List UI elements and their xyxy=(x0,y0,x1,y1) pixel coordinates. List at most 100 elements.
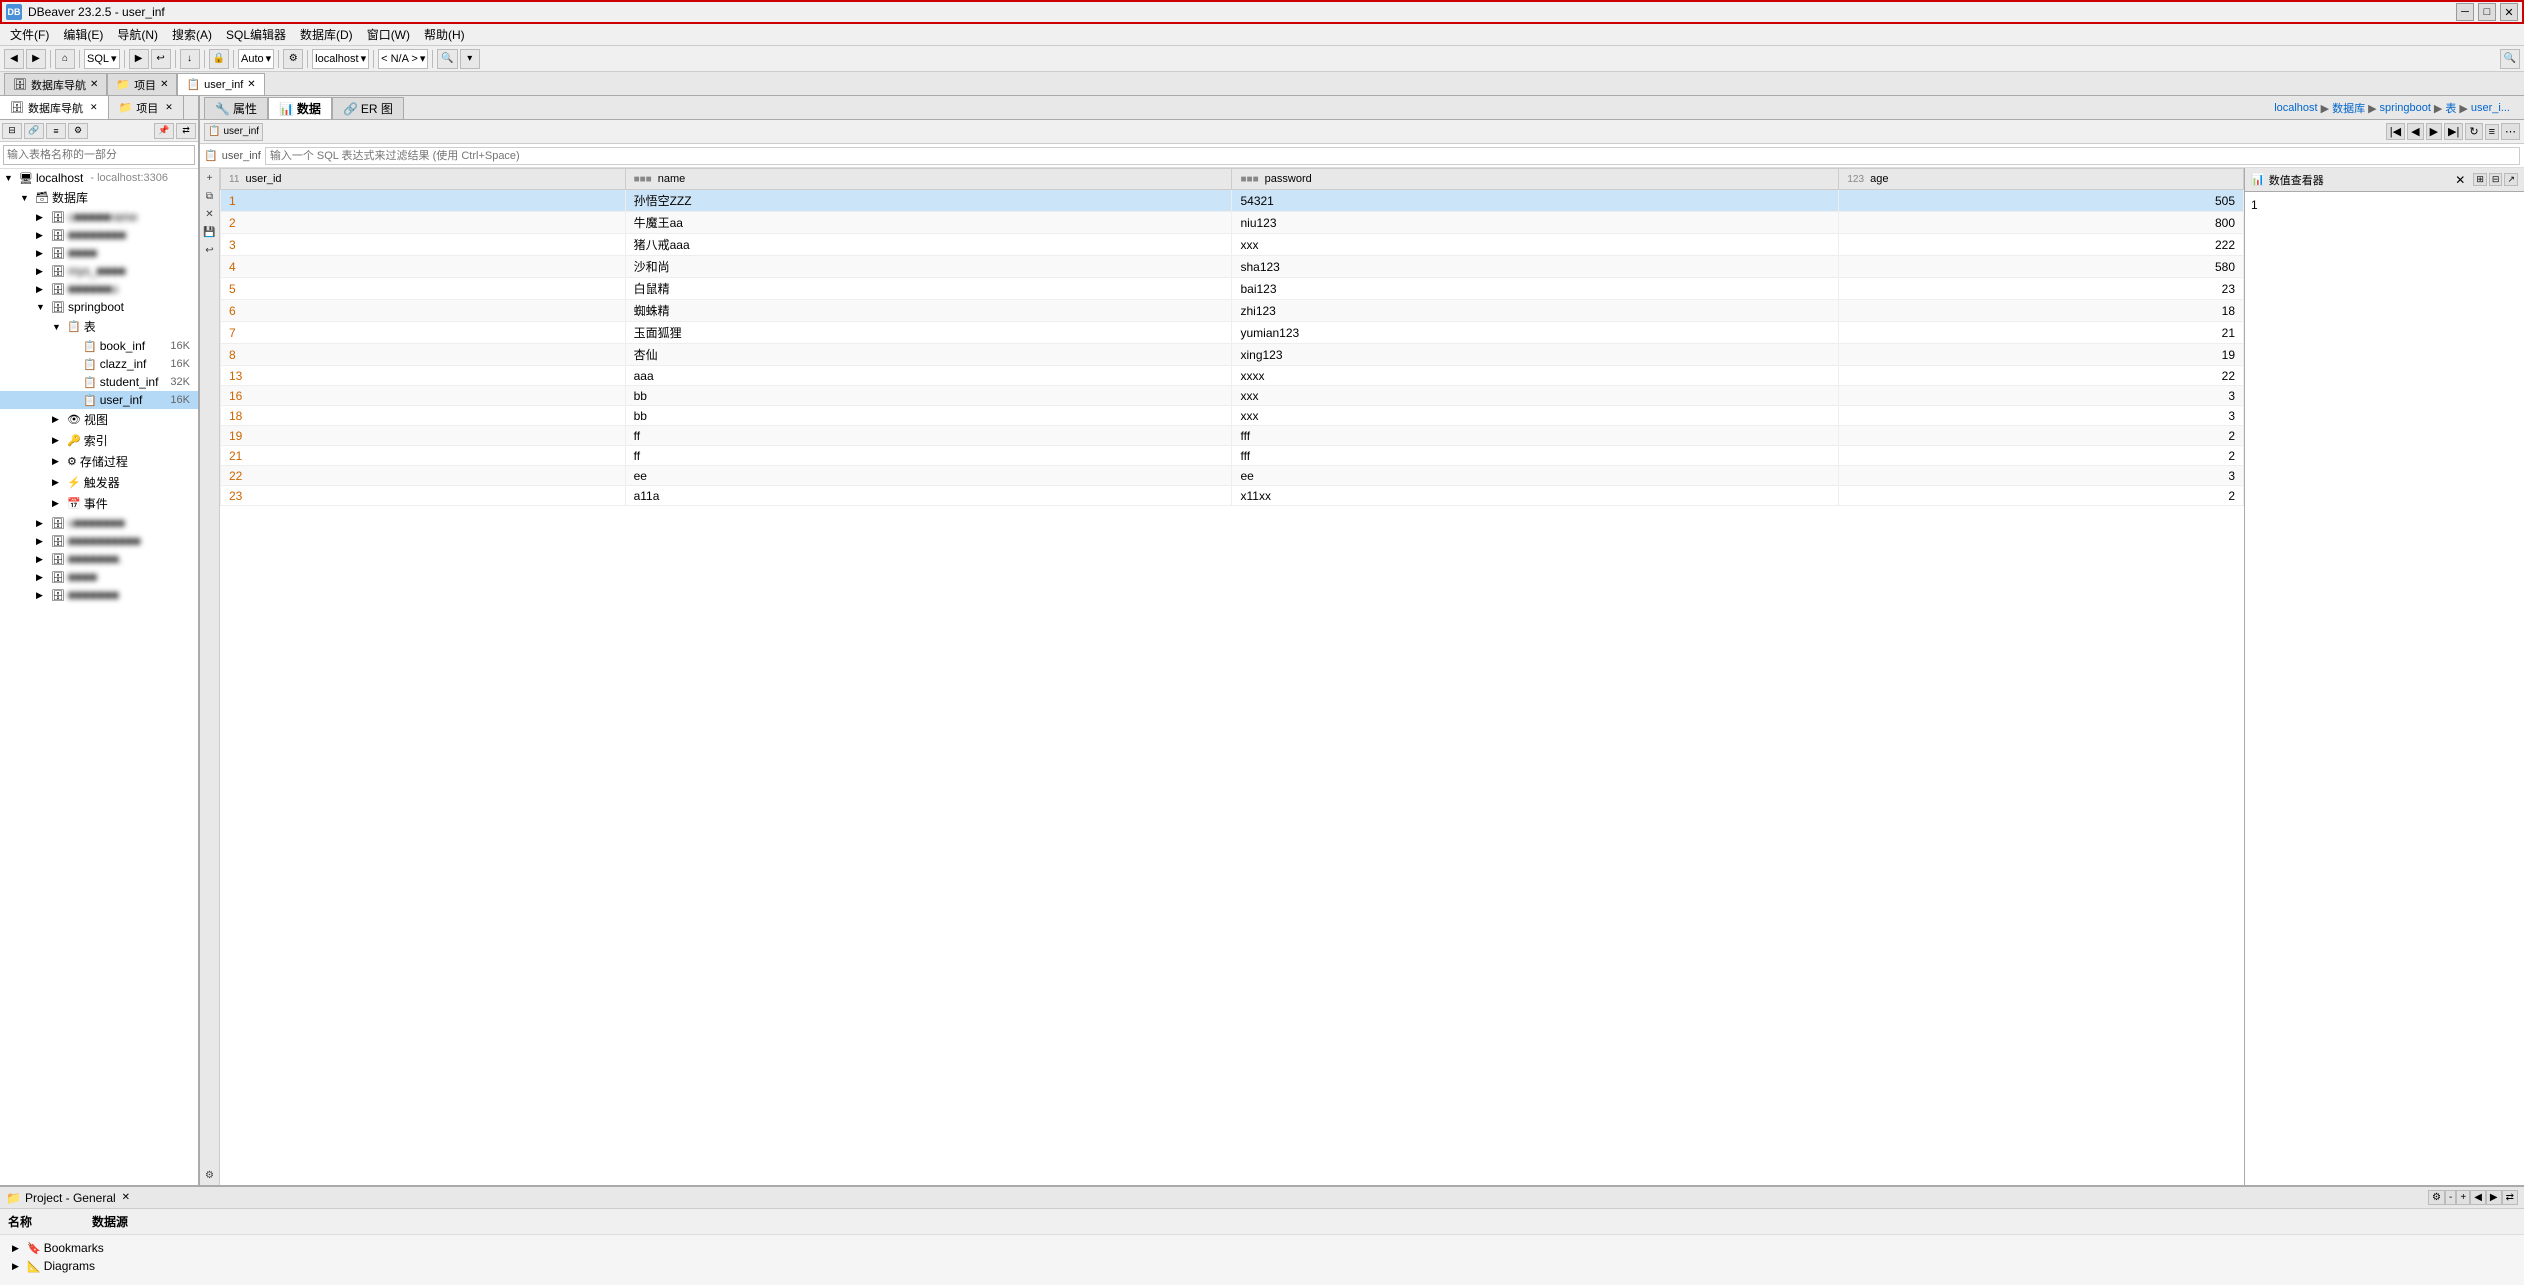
tab-er[interactable]: 🔗 ER 图 xyxy=(332,97,404,119)
link-btn[interactable]: 🔗 xyxy=(24,123,44,139)
tree-blurred-db6[interactable]: ▶ 🗄 ■■■■■■■. xyxy=(0,550,198,568)
tree-db2[interactable]: ▶ 🗄 ■■■■■■■■ xyxy=(0,226,198,244)
bottom-minus-btn[interactable]: - xyxy=(2445,1190,2456,1205)
tab-db-navigator[interactable]: 🗄 数据库导航 ✕ xyxy=(4,73,107,95)
forward-button[interactable]: ▶ xyxy=(26,49,46,69)
menu-database[interactable]: 数据库(D) xyxy=(294,25,359,44)
tree-book-inf[interactable]: ▶ 📋 book_inf 16K xyxy=(0,337,198,355)
tab-properties[interactable]: 🔧 属性 xyxy=(204,97,268,119)
tab-project[interactable]: 📁 项目 ✕ xyxy=(107,73,177,95)
table-row[interactable]: 23a11ax11xx2 xyxy=(221,486,2244,506)
bc-localhost[interactable]: localhost xyxy=(2274,102,2317,114)
table-row[interactable]: 18bbxxx3 xyxy=(221,406,2244,426)
tree-blurred-db7[interactable]: ▶ 🗄 ■■■■ xyxy=(0,568,198,586)
close-left-project[interactable]: ✕ xyxy=(165,102,173,113)
delete-row-btn[interactable]: ✕ xyxy=(202,206,218,222)
table-row[interactable]: 13aaaxxxx22 xyxy=(221,366,2244,386)
nav-filter[interactable]: ≡ xyxy=(2485,124,2499,140)
nav-more[interactable]: ⋯ xyxy=(2501,123,2520,140)
home-button[interactable]: ⌂ xyxy=(55,49,75,69)
tree-blurred-db5[interactable]: ▶ 🗄 ■■■■■■■■■■ xyxy=(0,532,198,550)
nav-refresh[interactable]: ↻ xyxy=(2465,123,2482,140)
close-bottom-panel[interactable]: ✕ xyxy=(122,1192,130,1203)
tree-springboot[interactable]: ▼ 🗄 springboot xyxy=(0,298,198,316)
col-header-user-id[interactable]: 11 user_id xyxy=(221,169,626,190)
close-project-tab[interactable]: ✕ xyxy=(160,79,168,90)
tree-localhost[interactable]: ▼ 🖥 localhost - localhost:3306 xyxy=(0,169,198,187)
na-dropdown[interactable]: < N/A >▾ xyxy=(378,49,428,69)
table-row[interactable]: 19fffff2 xyxy=(221,426,2244,446)
maximize-button[interactable]: □ xyxy=(2478,3,2496,21)
save-changes-btn[interactable]: 💾 xyxy=(202,224,218,240)
table-row[interactable]: 16bbxxx3 xyxy=(221,386,2244,406)
table-row[interactable]: 22eeee3 xyxy=(221,466,2244,486)
tree-search-input[interactable] xyxy=(3,145,195,165)
tree-s-db[interactable]: ▶ 🗄 s■■■■■■■ xyxy=(0,514,198,532)
menu-file[interactable]: 文件(F) xyxy=(4,25,55,44)
menu-nav[interactable]: 导航(N) xyxy=(111,25,164,44)
nav-first[interactable]: |◀ xyxy=(2386,123,2405,140)
tree-tables[interactable]: ▼ 📋 表 xyxy=(0,316,198,337)
nav-prev[interactable]: ◀ xyxy=(2407,123,2423,140)
table-row[interactable]: 2牛魔王aaniu123800 xyxy=(221,212,2244,234)
tree-user-inf[interactable]: ▶ 📋 user_inf 16K xyxy=(0,391,198,409)
tree-databases[interactable]: ▼ 🗃 数据库 xyxy=(0,187,198,208)
menu-help[interactable]: 帮助(H) xyxy=(418,25,471,44)
execute-button[interactable]: ▶ xyxy=(129,49,149,69)
col-header-name[interactable]: ■■■ name xyxy=(625,169,1232,190)
config-btn[interactable]: ⚙ xyxy=(68,123,88,139)
collapse-all-btn[interactable]: ⊟ xyxy=(2,123,22,139)
copy-row-btn[interactable]: ⧉ xyxy=(202,188,218,204)
rollback-button[interactable]: ↩ xyxy=(151,49,171,69)
menu-edit[interactable]: 编辑(E) xyxy=(57,25,109,44)
bc-springboot[interactable]: springboot xyxy=(2380,102,2431,114)
tree-student-inf[interactable]: ▶ 📋 student_inf 32K xyxy=(0,373,198,391)
bottom-arrow-right-btn[interactable]: ▶ xyxy=(2486,1190,2502,1205)
localhost-dropdown[interactable]: localhost▾ xyxy=(312,49,369,69)
tree-db3[interactable]: ▶ 🗄 ■■■■ xyxy=(0,244,198,262)
search-global-button[interactable]: 🔍 xyxy=(2500,49,2520,69)
bottom-settings-btn[interactable]: ⚙ xyxy=(2428,1190,2445,1205)
bc-user-inf[interactable]: user_i... xyxy=(2471,102,2510,114)
close-value-panel[interactable]: ✕ xyxy=(2455,173,2465,187)
col-config-btn[interactable]: ⚙ xyxy=(202,1167,218,1183)
tree-blurred-db8[interactable]: ▶ 🗄 ■■■■■■■ xyxy=(0,586,198,604)
bc-table[interactable]: 表 xyxy=(2445,100,2456,116)
diagrams-item[interactable]: ▶ 📐 Diagrams xyxy=(8,1257,2516,1275)
filter-btn[interactable]: ≡ xyxy=(46,123,66,139)
bottom-arrow-left-btn[interactable]: ◀ xyxy=(2470,1190,2486,1205)
tab-data[interactable]: 📊 数据 xyxy=(268,97,332,119)
table-row[interactable]: 4沙和尚sha123580 xyxy=(221,256,2244,278)
val-panel-btn1[interactable]: ⊞ xyxy=(2473,173,2487,186)
db-icon-btn[interactable]: 🔍 xyxy=(437,49,457,69)
left-tab-db-nav[interactable]: 🗄 数据库导航 ✕ xyxy=(0,96,109,119)
tab-user-inf[interactable]: 📋 user_inf ✕ xyxy=(177,73,264,95)
back-button[interactable]: ◀ xyxy=(4,49,24,69)
table-row[interactable]: 6蜘蛛精zhi12318 xyxy=(221,300,2244,322)
sql-dropdown[interactable]: SQL▾ xyxy=(84,49,120,69)
nav-last[interactable]: ▶| xyxy=(2444,123,2463,140)
col-header-password[interactable]: ■■■ password xyxy=(1232,169,1839,190)
bottom-expand-btn[interactable]: ⇄ xyxy=(2502,1190,2518,1205)
add-row-btn[interactable]: + xyxy=(202,170,218,186)
pin-btn[interactable]: 📌 xyxy=(154,123,174,139)
table-row[interactable]: 8杏仙xing12319 xyxy=(221,344,2244,366)
close-button[interactable]: ✕ xyxy=(2500,3,2518,21)
left-tab-project[interactable]: 📁 项目 ✕ xyxy=(109,96,184,119)
menu-window[interactable]: 窗口(W) xyxy=(361,25,416,44)
indent-button[interactable]: ↓ xyxy=(180,49,200,69)
bookmarks-item[interactable]: ▶ 🔖 Bookmarks xyxy=(8,1239,2516,1257)
revert-btn[interactable]: ↩ xyxy=(202,242,218,258)
tree-clazz-inf[interactable]: ▶ 📋 clazz_inf 16K xyxy=(0,355,198,373)
bottom-plus-btn[interactable]: + xyxy=(2456,1190,2470,1205)
menu-search[interactable]: 搜索(A) xyxy=(166,25,218,44)
minimize-button[interactable]: ─ xyxy=(2456,3,2474,21)
val-panel-btn2[interactable]: ⊟ xyxy=(2489,173,2503,186)
tree-db4[interactable]: ▶ 🗄 ■■■■■■o xyxy=(0,280,198,298)
tree-indexes[interactable]: ▶ 🔑 索引 xyxy=(0,430,198,451)
table-row[interactable]: 3猪八戒aaaxxx222 xyxy=(221,234,2244,256)
table-row[interactable]: 5白鼠精bai12323 xyxy=(221,278,2244,300)
table-scroll[interactable]: 11 user_id ■■■ name ■■■ password xyxy=(220,168,2244,1185)
auto-dropdown[interactable]: Auto▾ xyxy=(238,49,274,69)
lock-button[interactable]: 🔒 xyxy=(209,49,229,69)
